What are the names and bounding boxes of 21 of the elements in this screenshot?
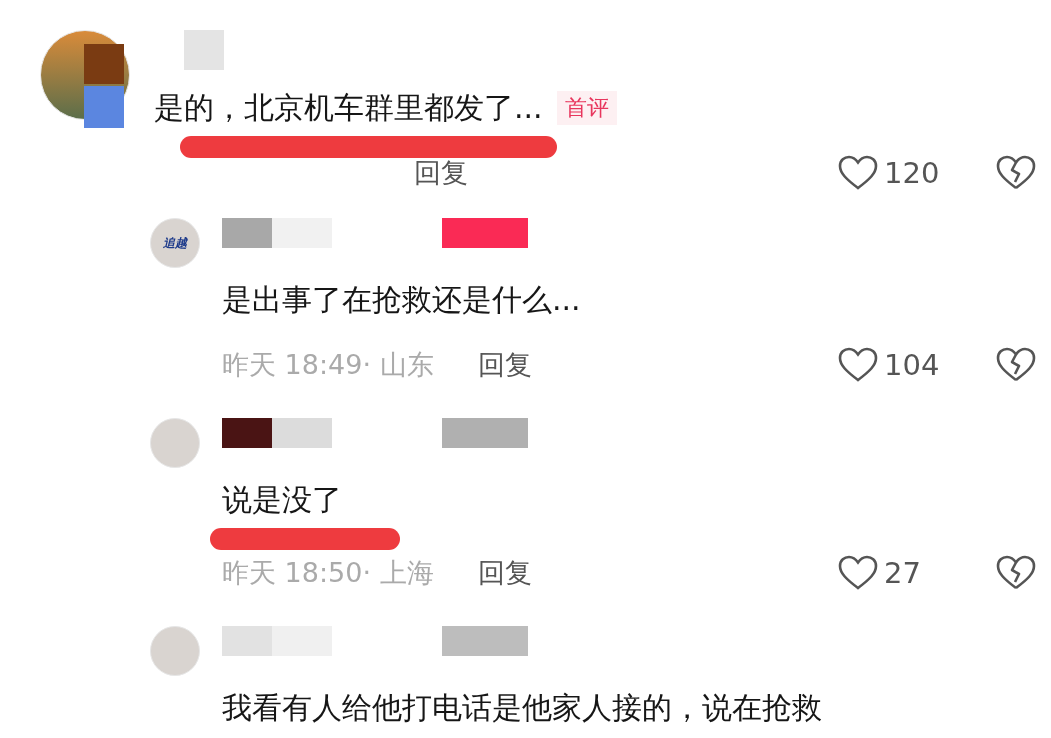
avatar[interactable]: 追越 [150, 218, 200, 268]
reply-link[interactable]: 回复 [477, 555, 532, 591]
like-count: 104 [884, 348, 940, 382]
heart-icon[interactable] [838, 155, 878, 191]
avatar-logo: 追越 [163, 234, 187, 252]
reply-link[interactable]: 回复 [477, 347, 532, 383]
comment-text: 说是没了 [222, 481, 342, 519]
like-count: 120 [884, 156, 940, 190]
comment-text: 我看有人给他打电话是他家人接的，说在抢救 [222, 689, 822, 727]
broken-heart-icon[interactable] [996, 555, 1036, 591]
like-count: 27 [884, 556, 921, 590]
comment-text: 是出事了在抢救还是什么... [222, 281, 581, 319]
comment-time: 昨天 18:49· 山东 [222, 348, 434, 382]
comment-time: 昨天 18:50· 上海 [222, 556, 434, 590]
comment-text: 是的，北京机车群里都发了... [154, 89, 543, 127]
heart-icon[interactable] [838, 555, 878, 591]
heart-icon[interactable] [838, 347, 878, 383]
broken-heart-icon[interactable] [996, 347, 1036, 383]
first-comment-badge: 首评 [556, 91, 617, 125]
reply-link[interactable]: 回复 [414, 155, 468, 191]
broken-heart-icon[interactable] [996, 155, 1036, 191]
